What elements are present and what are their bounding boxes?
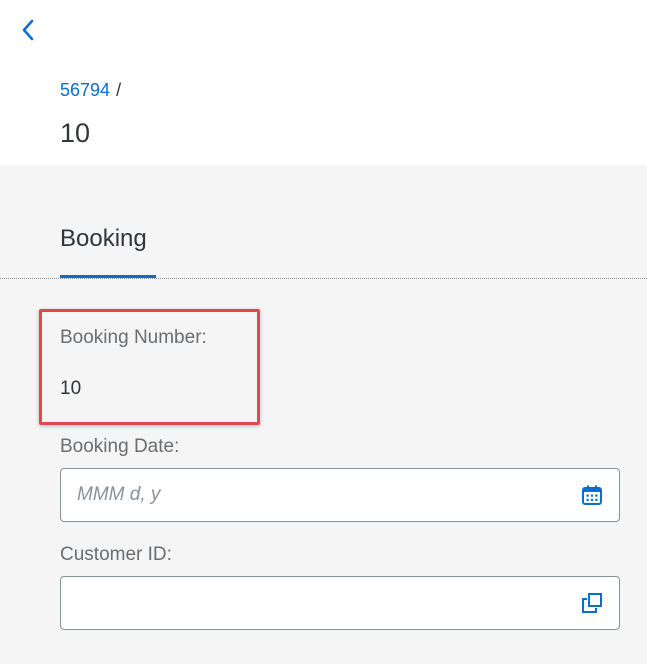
tab-booking[interactable]: Booking	[60, 225, 147, 253]
booking-date-label: Booking Date:	[60, 436, 180, 457]
back-button[interactable]	[12, 14, 44, 46]
booking-date-field[interactable]	[60, 468, 620, 522]
chevron-left-icon	[22, 19, 34, 41]
calendar-icon[interactable]	[579, 482, 605, 508]
customer-id-input[interactable]	[77, 592, 557, 614]
booking-number-value: 10	[60, 378, 82, 399]
breadcrumb-separator: /	[116, 80, 122, 100]
booking-number-label: Booking Number:	[60, 327, 207, 348]
object-page-header: 56794 / 10	[0, 0, 647, 165]
section-tab-bar: Booking	[0, 165, 647, 279]
object-page-content: Booking Booking Number: 10 Booking Date:…	[0, 165, 647, 664]
value-help-icon[interactable]	[579, 590, 605, 616]
customer-id-label: Customer ID:	[60, 544, 172, 565]
breadcrumb: 56794 /	[60, 80, 121, 101]
booking-date-input[interactable]	[77, 484, 557, 506]
customer-id-field[interactable]	[60, 576, 620, 630]
breadcrumb-link-travel[interactable]: 56794	[60, 80, 110, 100]
tab-selected-indicator	[60, 275, 156, 278]
page-title: 10	[60, 118, 91, 148]
